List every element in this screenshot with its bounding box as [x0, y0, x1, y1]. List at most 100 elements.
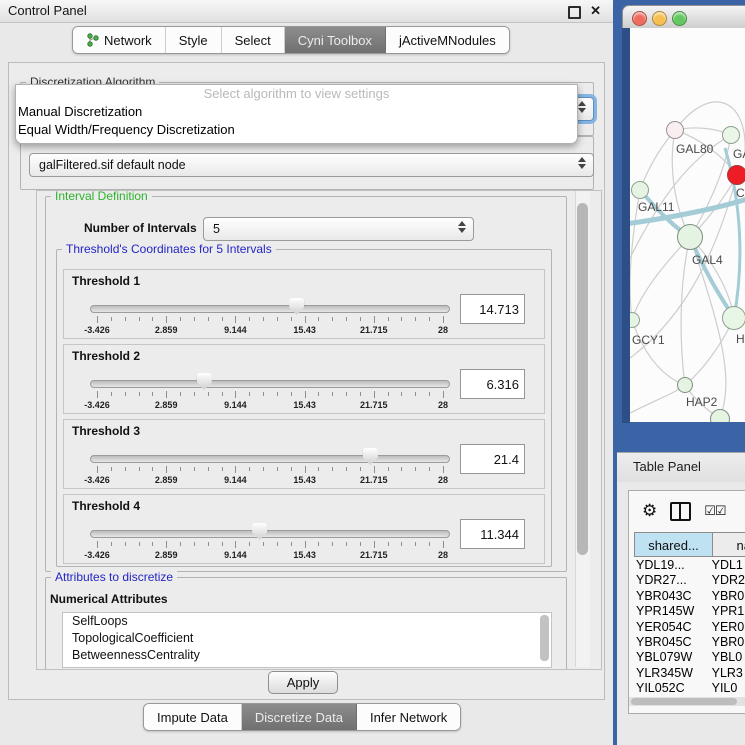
tab[interactable]: Style: [166, 27, 222, 53]
threshold-value-input[interactable]: [460, 294, 525, 324]
threshold-panel: Threshold 4 -3.4262.8599.14415.4321.7152…: [63, 494, 545, 564]
tab[interactable]: Cyni Toolbox: [285, 27, 386, 53]
slider-ticks: [97, 541, 443, 549]
dropdown-option[interactable]: Equal Width/Frequency Discretization: [16, 121, 577, 139]
algorithm-dropdown-popup: Select algorithm to view settings Manual…: [15, 84, 578, 144]
network-node[interactable]: [666, 121, 684, 139]
tab-label: Impute Data: [157, 710, 228, 725]
node-label: C: [736, 186, 745, 200]
settings-scroll-area: Interval Definition Number of Intervals …: [36, 190, 602, 670]
dropdown-placeholder: Select algorithm to view settings: [16, 85, 577, 103]
network-node[interactable]: [722, 126, 740, 144]
tab-label: Infer Network: [370, 710, 447, 725]
threshold-panel: Threshold 2 -3.4262.8599.14415.4321.7152…: [63, 344, 545, 414]
threshold-panel: Threshold 3 -3.4262.8599.14415.4321.7152…: [63, 419, 545, 489]
tab[interactable]: jActiveMNodules: [386, 27, 509, 53]
list-scrollbar[interactable]: [540, 615, 549, 661]
list-item[interactable]: TopologicalCoefficient: [63, 630, 551, 647]
table-panel-body: ⚙ ☑☑ shared... na YDL19... YDL1 YDR27...: [617, 482, 745, 745]
tab[interactable]: Discretize Data: [242, 704, 357, 730]
slider-tick-labels: -3.4262.8599.14415.4321.71528: [97, 475, 443, 486]
threshold-value-input[interactable]: [460, 369, 525, 399]
threshold-slider[interactable]: -3.4262.8599.14415.4321.71528: [86, 523, 456, 561]
network-node[interactable]: [631, 181, 649, 199]
traffic-light-button[interactable]: [652, 11, 667, 26]
network-node[interactable]: [722, 306, 745, 330]
float-panel-icon[interactable]: [568, 6, 581, 19]
attribute-items: SelfLoops TopologicalCoefficient Between…: [63, 613, 551, 664]
numerical-attributes-list[interactable]: SelfLoops TopologicalCoefficient Between…: [62, 612, 552, 668]
table-panel-inner: ⚙ ☑☑ shared... na YDL19... YDL1 YDR27...: [628, 490, 745, 714]
column-header-name[interactable]: na: [713, 532, 745, 557]
dropdown-option[interactable]: Manual Discretization: [16, 103, 577, 121]
top-tab-group: Network Style: [72, 26, 510, 54]
cell-name: YIL0: [709, 681, 745, 696]
table-panel-toolbar: ⚙ ☑☑: [629, 497, 745, 525]
table-row[interactable]: YBR043C YBR0: [634, 589, 745, 604]
network-node[interactable]: [727, 165, 745, 185]
table-row[interactable]: YIL052C YIL0: [634, 681, 745, 696]
table-row[interactable]: YPR145W YPR1: [634, 604, 745, 619]
node-label: H: [736, 332, 745, 346]
threshold-label: Threshold 1: [72, 274, 140, 288]
slider-track: [90, 530, 450, 538]
gear-icon[interactable]: ⚙: [642, 501, 657, 521]
network-canvas[interactable]: GAL80GAGAL11CGAL4GCY1HHAP2: [630, 28, 745, 422]
table-panel-titlebar[interactable]: Table Panel: [617, 452, 745, 483]
threshold-slider[interactable]: -3.4262.8599.14415.4321.71528: [86, 373, 456, 411]
panel-scrollbar-thumb[interactable]: [577, 203, 588, 555]
panel-title: Control Panel: [8, 3, 87, 18]
tab[interactable]: Select: [222, 27, 285, 53]
dropdown-options: Manual Discretization Equal Width/Freque…: [16, 103, 577, 139]
list-item[interactable]: SelfLoops: [63, 613, 551, 630]
table-row[interactable]: YBR045C YBR0: [634, 635, 745, 650]
table-row[interactable]: YDL19... YDL1: [634, 558, 745, 573]
cell-shared-name: YIL052C: [634, 681, 709, 696]
apply-button[interactable]: Apply: [268, 671, 338, 694]
column-header-shared[interactable]: shared...: [634, 532, 713, 557]
attributes-group: Attributes to discretize Numerical Attri…: [45, 577, 567, 670]
close-panel-icon[interactable]: ✕: [590, 3, 601, 19]
table-row[interactable]: YBL079W YBL0: [634, 650, 745, 665]
threshold-label: Threshold 3: [72, 424, 140, 438]
table-h-scrollbar-thumb[interactable]: [631, 698, 737, 705]
tab-label: Cyni Toolbox: [298, 33, 372, 48]
traffic-light-button[interactable]: [672, 11, 687, 26]
cell-name: YER0: [709, 620, 745, 635]
cell-shared-name: YDL19...: [634, 558, 709, 573]
cell-name: YDL1: [709, 558, 745, 573]
table-row[interactable]: YLR345W YLR3: [634, 666, 745, 681]
split-columns-icon[interactable]: [670, 502, 691, 521]
node-label: GCY1: [632, 333, 665, 347]
panel-scrollbar[interactable]: [575, 191, 590, 667]
numerical-attributes-label: Numerical Attributes: [50, 592, 168, 606]
num-intervals-combobox[interactable]: 5: [203, 217, 474, 241]
threshold-slider[interactable]: -3.4262.8599.14415.4321.71528: [86, 448, 456, 486]
table-h-scrollbar[interactable]: [629, 697, 745, 706]
network-view-window: GAL80GAGAL11CGAL4GCY1HHAP2: [622, 5, 745, 423]
node-label: GAL11: [638, 200, 674, 214]
traffic-light-button[interactable]: [632, 11, 647, 26]
tab[interactable]: Network: [73, 27, 166, 53]
threshold-slider[interactable]: -3.4262.8599.14415.4321.71528: [86, 298, 456, 336]
list-item[interactable]: BetweennessCentrality: [63, 647, 551, 664]
threshold-value-input[interactable]: [460, 519, 525, 549]
network-node[interactable]: [677, 224, 703, 250]
node-label: HAP2: [686, 395, 717, 409]
threshold-value-input[interactable]: [460, 444, 525, 474]
tab[interactable]: Impute Data: [144, 704, 242, 730]
table-row[interactable]: YDR27... YDR2: [634, 573, 745, 588]
cell-shared-name: YBL079W: [634, 650, 709, 665]
table-data-combobox[interactable]: galFiltered.sif default node: [29, 153, 594, 177]
interval-definition-group: Interval Definition Number of Intervals …: [45, 196, 567, 572]
table-row[interactable]: YER054C YER0: [634, 620, 745, 635]
network-window-titlebar[interactable]: [622, 5, 745, 30]
network-node[interactable]: [677, 377, 693, 393]
checkbox-icons[interactable]: ☑☑: [704, 503, 725, 519]
slider-ticks: [97, 316, 443, 324]
tab[interactable]: Infer Network: [357, 704, 460, 730]
combo-value: 5: [213, 222, 220, 236]
node-label: GAL4: [692, 253, 723, 267]
network-desktop: GAL80GAGAL11CGAL4GCY1HHAP2 Table Panel ⚙…: [613, 0, 745, 745]
network-node[interactable]: [710, 409, 730, 422]
